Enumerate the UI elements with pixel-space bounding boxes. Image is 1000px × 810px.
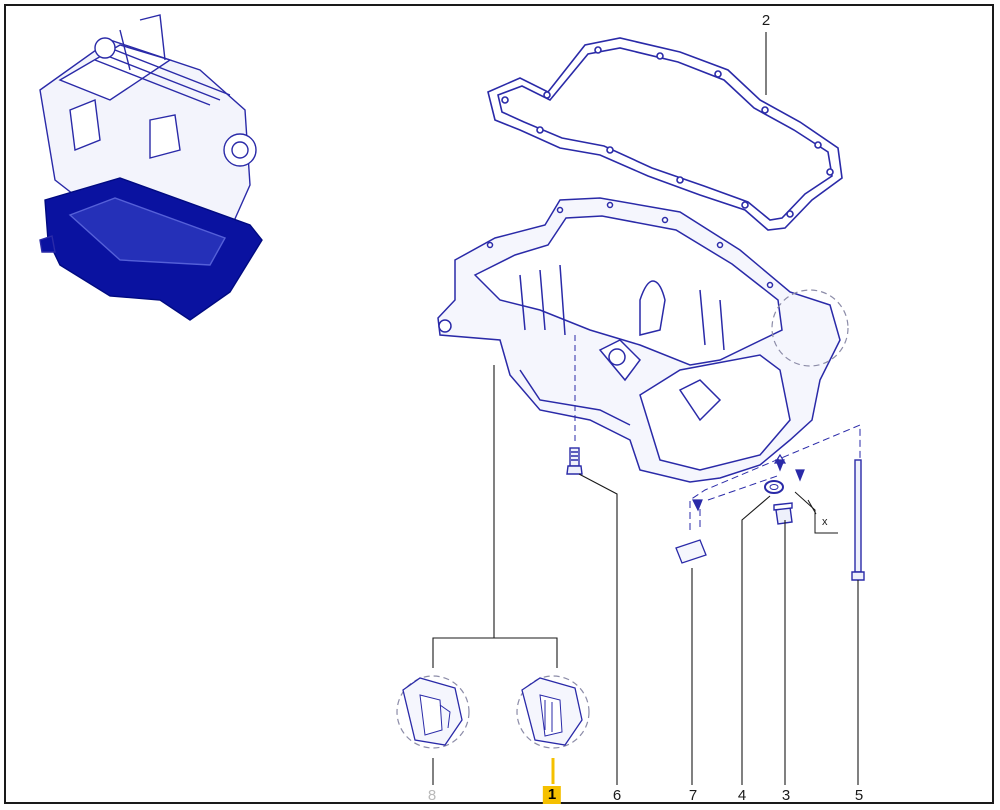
screw-icon (566, 447, 583, 475)
dimension-marker (794, 491, 838, 534)
callout-2[interactable]: 2 (762, 12, 770, 30)
detail-variant-8 (396, 675, 470, 749)
detail-variant-1 (516, 675, 590, 749)
parts-diagram: 2 8 1 6 7 4 3 5 x (0, 0, 1000, 810)
label-tag-icon (675, 539, 707, 564)
callout-3[interactable]: 3 (782, 787, 790, 805)
callout-6[interactable]: 6 (613, 787, 621, 805)
engine-illustration-icon (39, 14, 263, 321)
washer-icon (764, 480, 784, 494)
diagram-canvas (39, 14, 865, 785)
callout-8[interactable]: 8 (428, 787, 436, 805)
gasket-icon (487, 37, 843, 231)
callout-7[interactable]: 7 (689, 787, 697, 805)
callout-4[interactable]: 4 (738, 787, 746, 805)
callout-5[interactable]: 5 (855, 787, 863, 805)
bolt-icon (851, 459, 865, 581)
drain-plug-icon (773, 502, 793, 525)
oil-pan-icon (437, 197, 841, 483)
callout-1[interactable]: 1 (542, 786, 562, 804)
dimension-label: x (822, 516, 828, 528)
